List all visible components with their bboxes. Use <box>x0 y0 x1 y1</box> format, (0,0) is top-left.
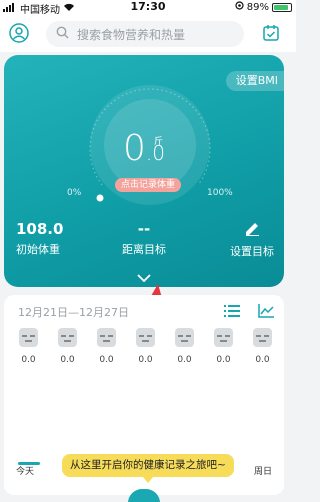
set-goal-button[interactable]: 设置目标 <box>222 220 282 259</box>
day-column[interactable]: 0.0 <box>168 328 201 365</box>
day-value: 0.0 <box>216 355 231 365</box>
day-value: 0.0 <box>138 355 153 365</box>
week-range[interactable]: 12月21日—12月27日 <box>18 304 129 320</box>
face-icon <box>58 328 77 347</box>
day-value: 0.0 <box>60 355 75 365</box>
search-input[interactable]: 搜索食物营养和热量 <box>46 21 244 47</box>
weight-unit: 斤 <box>154 137 164 147</box>
battery-percent: 89% <box>246 1 269 13</box>
day-column[interactable]: 0.0 <box>51 328 84 365</box>
day-column[interactable]: 0.0 <box>207 328 240 365</box>
gauge-knob <box>96 194 104 202</box>
day-faces: 0.0 0.0 0.0 0.0 0.0 0.0 0.0 <box>12 328 279 365</box>
onboarding-tooltip: 从这里开启你的健康记录之旅吧~ <box>62 454 234 483</box>
set-goal-label: 设置目标 <box>230 245 274 258</box>
face-icon <box>214 328 233 347</box>
current-weight: 0.0 斤 <box>4 128 284 169</box>
set-bmi-button[interactable]: 设置BMI <box>225 71 284 91</box>
day-value: 0.0 <box>21 355 36 365</box>
face-icon <box>136 328 155 347</box>
weekly-record-card: 12月21日—12月27日 0.0 0.0 0.0 0.0 0.0 0.0 0.… <box>4 295 284 495</box>
face-icon <box>253 328 272 347</box>
location-icon <box>235 1 244 13</box>
line-chart-icon[interactable] <box>258 303 274 322</box>
day-column[interactable]: 0.0 <box>12 328 45 365</box>
day-value: 0.0 <box>99 355 114 365</box>
user-icon[interactable] <box>8 22 30 44</box>
day-label-sunday[interactable]: 周日 <box>254 464 272 477</box>
initial-weight-label: 初始体重 <box>16 243 60 256</box>
day-column[interactable]: 0.0 <box>90 328 123 365</box>
distance-goal: -- 距离目标 <box>114 220 174 257</box>
distance-goal-value: -- <box>137 220 151 238</box>
battery-icon <box>272 2 292 12</box>
list-icon[interactable] <box>224 303 240 322</box>
day-column[interactable]: 0.0 <box>129 328 162 365</box>
face-icon <box>175 328 194 347</box>
distance-goal-label: 距离目标 <box>122 243 166 256</box>
weight-integer: 0 <box>123 128 146 169</box>
top-bar: 搜索食物营养和热量 <box>0 14 296 52</box>
face-icon <box>97 328 116 347</box>
record-weight-button[interactable]: 点击记录体重 <box>115 178 182 192</box>
day-value: 0.0 <box>177 355 192 365</box>
search-placeholder: 搜索食物营养和热量 <box>77 27 186 42</box>
day-column[interactable]: 0.0 <box>246 328 279 365</box>
progress-max-label: 100% <box>207 188 233 198</box>
face-icon <box>19 328 38 347</box>
calendar-check-icon[interactable] <box>260 22 282 44</box>
status-bar: 中国移动 17:30 89% <box>0 0 296 16</box>
day-label-today[interactable]: 今天 <box>16 464 34 477</box>
progress-min-label: 0% <box>67 188 82 198</box>
weight-card: 设置BMI 0.0 斤 点击记录体重 0% 100% 108.0 初始体重 --… <box>4 55 284 287</box>
day-value: 0.0 <box>255 355 270 365</box>
search-icon <box>56 26 69 42</box>
initial-weight-value: 108.0 <box>16 220 64 238</box>
edit-icon <box>222 220 282 240</box>
initial-weight: 108.0 初始体重 <box>16 220 76 257</box>
